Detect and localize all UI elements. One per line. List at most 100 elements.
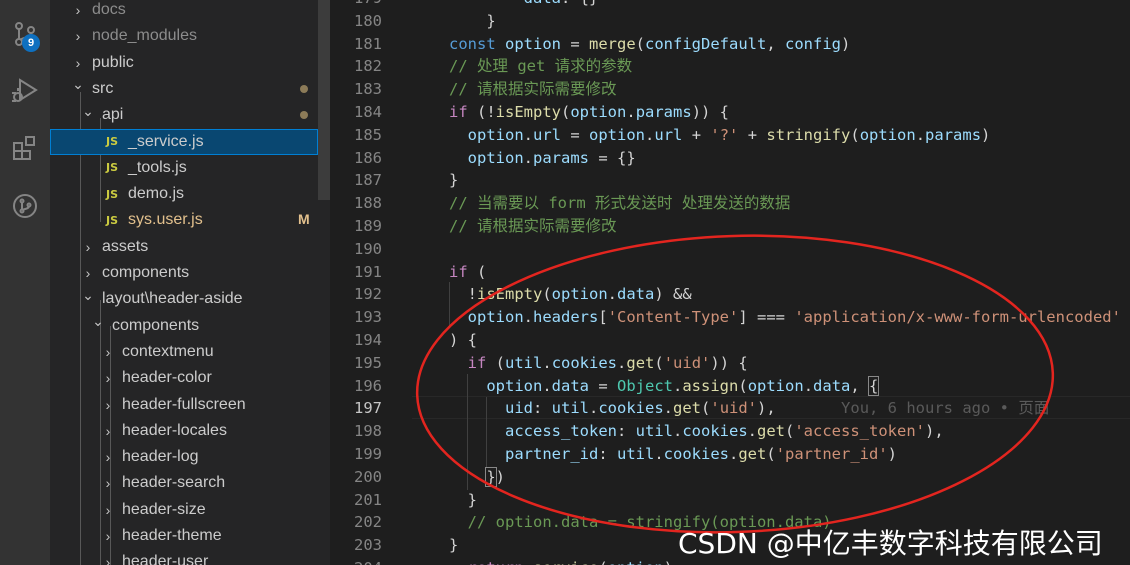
folder-item[interactable]: ⌄ layout\header-aside — [50, 286, 318, 312]
chevron-right-icon: › — [105, 396, 111, 413]
file-item[interactable]: JS demo.js — [50, 181, 318, 207]
chevron-down-icon: ⌄ — [82, 102, 94, 119]
chevron-right-icon: › — [75, 54, 81, 71]
chevron-right-icon: › — [105, 528, 111, 544]
code-text: }) — [485, 466, 506, 487]
folder-item[interactable]: ⌄ src — [50, 76, 318, 102]
tree-item-label: docs — [92, 1, 126, 18]
tree-item-label: header-fullscreen — [122, 395, 246, 413]
code-line[interactable]: 187} — [330, 169, 1130, 192]
chevron-right-icon: › — [105, 554, 111, 565]
line-number: 202 — [354, 513, 382, 532]
line-number: 180 — [354, 11, 382, 30]
folder-item[interactable]: › header-theme — [50, 523, 318, 549]
code-text: uid: util.cookies.get('uid'), You, 6 hou… — [505, 399, 1050, 418]
folder-item[interactable]: ⌄ api — [50, 102, 318, 128]
line-number: 186 — [354, 148, 382, 167]
folder-item[interactable]: › components — [50, 260, 318, 286]
folder-item[interactable]: › public — [50, 50, 318, 76]
line-number: 198 — [354, 422, 382, 441]
code-line[interactable]: 180 } — [330, 10, 1130, 33]
folder-item[interactable]: › header-locales — [50, 418, 318, 444]
code-text: option.data = Object.assign(option.data,… — [486, 375, 880, 396]
folder-item[interactable]: ⌄ components — [50, 313, 318, 339]
code-line[interactable]: 179 data: {} — [330, 0, 1130, 10]
chevron-right-icon: › — [105, 501, 111, 518]
js-file-icon: JS — [106, 161, 119, 175]
code-line[interactable]: 195 if (util.cookies.get('uid')) { — [330, 352, 1130, 375]
folder-item[interactable]: › header-search — [50, 470, 318, 496]
code-text: ) { — [449, 331, 477, 349]
code-text: if (util.cookies.get('uid')) { — [467, 353, 748, 372]
folder-item[interactable]: › header-size — [50, 497, 318, 523]
code-text: } — [449, 490, 477, 509]
file-item[interactable]: JS _service.js — [50, 128, 318, 155]
folder-item[interactable]: › header-user — [50, 549, 318, 565]
folder-item[interactable]: › contextmenu — [50, 339, 318, 365]
git-graph-icon[interactable] — [5, 186, 45, 226]
tree-item-label: header-theme — [122, 527, 222, 544]
code-line[interactable]: 183 // 请根据实际需要修改 — [330, 78, 1130, 101]
code-line[interactable]: 189 // 请根据实际需要修改 — [330, 215, 1130, 238]
line-number: 192 — [354, 285, 382, 304]
code-text: !isEmpty(option.data) && — [449, 285, 692, 304]
line-number: 191 — [354, 262, 382, 281]
code-line[interactable]: 190 — [330, 238, 1130, 261]
tree-item-label: header-user — [122, 553, 209, 565]
chevron-right-icon: › — [105, 475, 111, 492]
code-line[interactable]: 193 option.headers['Content-Type'] === '… — [330, 306, 1130, 329]
folder-item[interactable]: › docs — [50, 0, 318, 23]
line-number: 196 — [354, 376, 382, 395]
code-line[interactable]: 199 partner_id: util.cookies.get('partne… — [330, 443, 1130, 466]
modified-badge: M — [298, 211, 310, 228]
tree-item-label: contextmenu — [122, 342, 214, 360]
code-line[interactable]: 197 uid: util.cookies.get('uid'), You, 6… — [330, 397, 1130, 420]
line-number: 194 — [354, 331, 382, 349]
folder-item[interactable]: › node_modules — [50, 23, 318, 49]
code-text: } — [449, 171, 459, 190]
code-line[interactable]: 182 // 处理 get 请求的参数 — [330, 55, 1130, 78]
tree-item-label: components — [102, 264, 190, 281]
code-line[interactable]: 192 !isEmpty(option.data) && — [330, 283, 1130, 306]
line-number: 204 — [330, 557, 382, 565]
line-number: 181 — [354, 34, 382, 53]
folder-item[interactable]: › header-log — [50, 444, 318, 470]
extensions-icon[interactable] — [5, 128, 45, 168]
code-line[interactable]: 191 if ( — [330, 261, 1130, 284]
code-line[interactable]: 198 access_token: util.cookies.get('acce… — [330, 420, 1130, 443]
chevron-down-icon: ⌄ — [72, 76, 84, 93]
code-line[interactable]: 196 option.data = Object.assign(option.d… — [330, 375, 1130, 398]
code-line[interactable]: 186 option.params = {} — [330, 147, 1130, 170]
tree-item-label: header-locales — [122, 421, 227, 439]
line-number: 193 — [354, 308, 382, 327]
run-debug-icon[interactable] — [5, 70, 45, 110]
folder-item[interactable]: › header-fullscreen — [50, 392, 318, 418]
folder-item[interactable]: › header-color — [50, 365, 318, 391]
js-file-icon: JS — [106, 213, 119, 227]
line-number: 179 — [330, 0, 382, 10]
line-number: 201 — [354, 490, 382, 509]
code-line[interactable]: 200 }) — [330, 466, 1130, 489]
code-line[interactable]: 181 const option = merge(configDefault, c… — [330, 33, 1130, 56]
code-line[interactable]: 184 if (!isEmpty(option.params)) { — [330, 101, 1130, 124]
code-line[interactable]: 185 option.url = option.url + '?' + stri… — [330, 124, 1130, 147]
tree-item-label: _tools.js — [128, 158, 187, 176]
code-editor[interactable]: 179 data: {}180 }181const option = merge… — [330, 0, 1130, 565]
activity-bar: 9 — [0, 0, 50, 565]
code-text: return service(option) — [449, 557, 673, 565]
chevron-down-icon: ⌄ — [92, 313, 104, 330]
code-line[interactable]: 201 } — [330, 489, 1130, 512]
file-item[interactable]: JS _tools.js — [50, 155, 318, 181]
chevron-right-icon: › — [75, 2, 81, 18]
line-number: 182 — [354, 57, 382, 76]
line-number: 197 — [354, 399, 382, 418]
tree-item-label: src — [92, 79, 114, 97]
file-item[interactable]: JS sys.user.js M — [50, 207, 318, 233]
explorer-scrollbar[interactable] — [318, 0, 330, 200]
line-number: 184 — [354, 103, 382, 121]
code-line[interactable]: 194 ) { — [330, 329, 1130, 352]
code-text: } — [449, 11, 496, 30]
code-line[interactable]: 188 // 当需要以 form 形式发送时 处理发送的数据 — [330, 192, 1130, 215]
explorer-sidebar: › docs › node_modules › public ⌄ src ⌄ api JS _serv… — [50, 0, 330, 565]
folder-item[interactable]: › assets — [50, 234, 318, 260]
